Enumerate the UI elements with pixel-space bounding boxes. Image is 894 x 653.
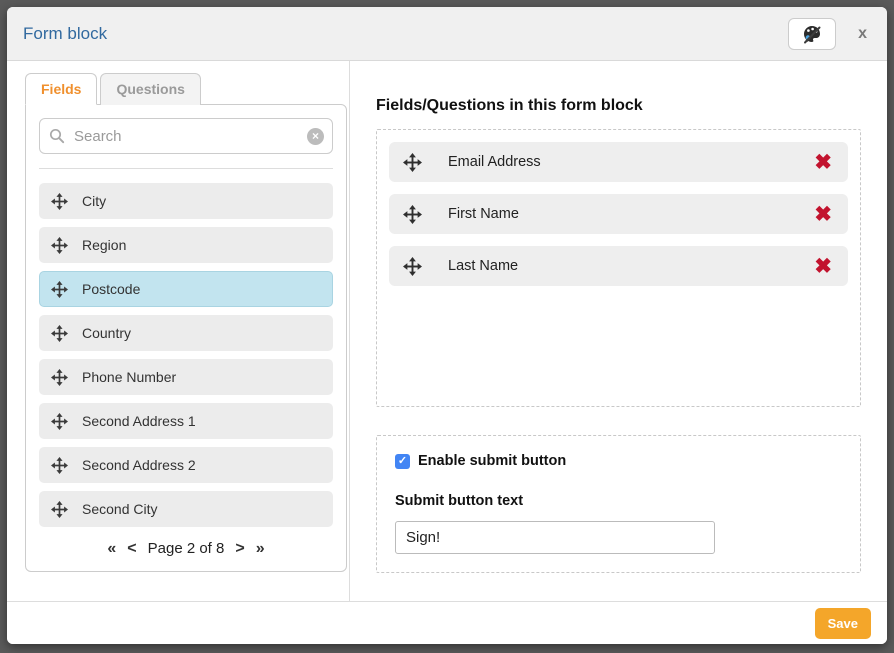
list-item-label: Second Address 1 <box>82 413 196 429</box>
pagination: « < Page 2 of 8 > » <box>39 540 333 557</box>
delete-icon[interactable]: ✖ <box>814 152 832 173</box>
palette-brush-icon <box>800 22 824 46</box>
picker-tabs: Fields Questions <box>25 73 349 105</box>
move-icon <box>403 153 422 172</box>
close-icon[interactable]: x <box>858 26 867 42</box>
prev-page-button[interactable]: < <box>127 541 136 557</box>
submit-button-settings: ✓ Enable submit button Submit button tex… <box>376 435 861 573</box>
style-settings-button[interactable] <box>788 18 836 50</box>
list-item-label: Postcode <box>82 281 140 297</box>
list-item-label: Phone Number <box>82 369 176 385</box>
modal-body: Fields Questions × <box>7 61 887 601</box>
enable-submit-row: ✓ Enable submit button <box>395 453 842 469</box>
tab-questions[interactable]: Questions <box>100 73 200 105</box>
list-item-postcode-selected[interactable]: Postcode <box>39 271 333 307</box>
move-icon <box>51 413 68 430</box>
enable-submit-checkbox[interactable]: ✓ <box>395 454 410 469</box>
move-icon <box>51 457 68 474</box>
available-fields-list: City Region Postcode Country <box>39 183 333 527</box>
tab-fields[interactable]: Fields <box>25 73 97 105</box>
list-item-label: Second Address 2 <box>82 457 196 473</box>
search-icon <box>49 128 65 149</box>
form-block-modal: Form block x Fields Questions <box>7 7 887 644</box>
clear-search-icon[interactable]: × <box>307 128 324 145</box>
move-icon <box>51 281 68 298</box>
list-item-label: Second City <box>82 501 157 517</box>
list-item-city[interactable]: City <box>39 183 333 219</box>
move-icon <box>403 205 422 224</box>
modal-header: Form block x <box>7 7 887 61</box>
save-button[interactable]: Save <box>815 608 871 639</box>
field-picker-box: × City Region Postcode <box>25 104 347 572</box>
page-indicator: Page 2 of 8 <box>148 540 225 557</box>
delete-icon[interactable]: ✖ <box>814 204 832 225</box>
list-item-label: City <box>82 193 106 209</box>
selected-field-label: First Name <box>448 206 519 222</box>
first-page-button[interactable]: « <box>107 541 116 557</box>
form-block-settings-panel: Fields/Questions in this form block Emai… <box>349 61 887 601</box>
delete-icon[interactable]: ✖ <box>814 256 832 277</box>
move-icon <box>51 369 68 386</box>
list-item-phone-number[interactable]: Phone Number <box>39 359 333 395</box>
search-input[interactable] <box>39 118 333 154</box>
selected-field-label: Email Address <box>448 154 541 170</box>
list-item-second-address-1[interactable]: Second Address 1 <box>39 403 333 439</box>
selected-field-row-email-address[interactable]: Email Address ✖ <box>389 142 848 182</box>
search-divider <box>39 168 333 169</box>
move-icon <box>403 257 422 276</box>
selected-field-label: Last Name <box>448 258 518 274</box>
selected-fields-dropzone[interactable]: Email Address ✖ First Name ✖ Last Name ✖ <box>376 129 861 407</box>
enable-submit-label[interactable]: Enable submit button <box>418 453 566 469</box>
selected-fields-heading: Fields/Questions in this form block <box>376 97 861 115</box>
list-item-second-address-2[interactable]: Second Address 2 <box>39 447 333 483</box>
list-item-second-city[interactable]: Second City <box>39 491 333 527</box>
selected-field-row-first-name[interactable]: First Name ✖ <box>389 194 848 234</box>
move-icon <box>51 237 68 254</box>
list-item-label: Region <box>82 237 126 253</box>
next-page-button[interactable]: > <box>235 541 244 557</box>
field-picker-panel: Fields Questions × <box>7 61 349 601</box>
list-item-region[interactable]: Region <box>39 227 333 263</box>
move-icon <box>51 501 68 518</box>
search-box: × <box>39 118 333 154</box>
modal-title: Form block <box>7 24 788 44</box>
modal-footer: Save <box>7 601 887 644</box>
move-icon <box>51 193 68 210</box>
move-icon <box>51 325 68 342</box>
submit-text-input[interactable] <box>395 521 715 554</box>
submit-text-label: Submit button text <box>395 493 842 509</box>
last-page-button[interactable]: » <box>256 541 265 557</box>
selected-field-row-last-name[interactable]: Last Name ✖ <box>389 246 848 286</box>
list-item-country[interactable]: Country <box>39 315 333 351</box>
list-item-label: Country <box>82 325 131 341</box>
